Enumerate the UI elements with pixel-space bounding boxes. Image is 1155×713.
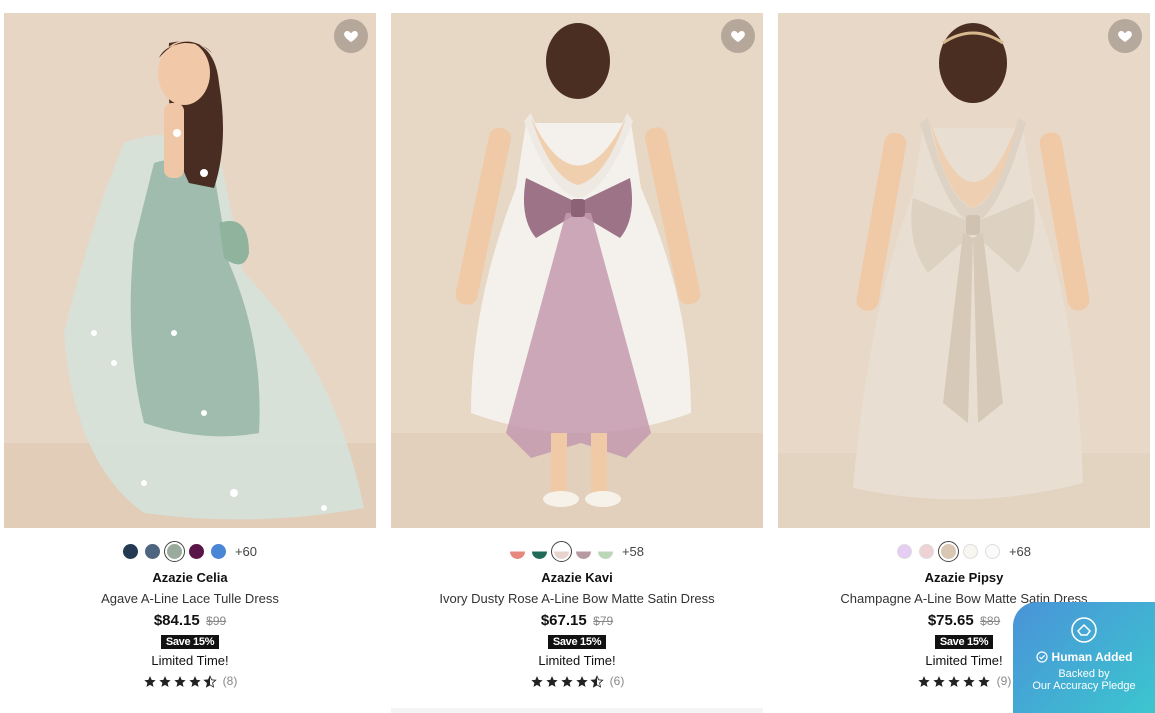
- pledge-title: Human Added: [1013, 650, 1155, 664]
- dress-photo-3: [778, 13, 1150, 528]
- price-row: $84.15 $99: [4, 612, 376, 630]
- star-icon: [947, 675, 960, 687]
- original-price: $89: [980, 614, 1001, 628]
- color-swatches: +60: [4, 540, 376, 562]
- color-swatch[interactable]: [144, 543, 160, 559]
- product-image[interactable]: [391, 13, 763, 528]
- color-swatch[interactable]: [188, 543, 204, 559]
- star-icon: [545, 675, 558, 687]
- save-badge: Save 15%: [547, 635, 607, 649]
- star-icon: [530, 675, 543, 687]
- rating-count: (6): [609, 674, 625, 688]
- promo-text: Limited Time!: [151, 653, 229, 668]
- product-image[interactable]: [4, 13, 376, 528]
- star-icon: [173, 675, 186, 687]
- product-image[interactable]: [778, 13, 1150, 528]
- heart-icon: [1118, 31, 1132, 42]
- color-swatch[interactable]: [531, 543, 547, 559]
- star-icon: [143, 675, 156, 687]
- pledge-line-1: Backed by: [1058, 668, 1110, 680]
- star-icon: [977, 675, 990, 687]
- dress-photo-2: [391, 13, 763, 528]
- shield-icon: [1071, 617, 1097, 643]
- save-badge: Save 15%: [934, 635, 994, 649]
- color-swatches: +68: [778, 540, 1150, 562]
- pledge-title-text: Human Added: [1051, 650, 1133, 664]
- half-star-icon: [202, 674, 217, 688]
- sale-price: $84.15: [153, 612, 200, 629]
- star-icon: [188, 675, 201, 687]
- promo-text: Limited Time!: [538, 653, 616, 668]
- color-swatch[interactable]: [962, 543, 978, 559]
- rating[interactable]: (6): [391, 674, 763, 688]
- color-swatch[interactable]: [984, 543, 1000, 559]
- product-card[interactable]: +58 Azazie Kavi Ivory Dusty Rose A-Line …: [391, 13, 763, 688]
- more-colors-link[interactable]: +58: [622, 544, 644, 559]
- color-swatch[interactable]: [575, 543, 591, 559]
- star-icon: [962, 675, 975, 687]
- color-swatch[interactable]: [896, 543, 912, 559]
- favorite-button[interactable]: [721, 19, 755, 53]
- rating-count: (8): [222, 674, 238, 688]
- color-swatch[interactable]: [210, 543, 226, 559]
- star-icon: [560, 675, 573, 687]
- star-icon: [575, 675, 588, 687]
- rating[interactable]: (8): [4, 674, 376, 688]
- half-star-icon: [589, 674, 604, 688]
- star-rating: [143, 674, 217, 688]
- pledge-line-2: Our Accuracy Pledge: [1032, 680, 1136, 692]
- product-brand[interactable]: Azazie Kavi: [391, 570, 763, 585]
- product-name[interactable]: Agave A-Line Lace Tulle Dress: [4, 591, 376, 606]
- star-rating: [530, 674, 604, 688]
- color-swatch[interactable]: [163, 540, 185, 562]
- more-colors-link[interactable]: +68: [1009, 544, 1031, 559]
- dress-photo-1: [4, 13, 376, 528]
- accuracy-pledge-badge[interactable]: Human Added Backed by Our Accuracy Pledg…: [1013, 602, 1155, 713]
- more-colors-link[interactable]: +60: [235, 544, 257, 559]
- product-name[interactable]: Ivory Dusty Rose A-Line Bow Matte Satin …: [391, 591, 763, 606]
- product-grid: +60 Azazie Celia Agave A-Line Lace Tulle…: [4, 13, 1150, 688]
- sale-price: $75.65: [927, 612, 974, 629]
- heart-icon: [731, 31, 745, 42]
- star-icon: [917, 675, 930, 687]
- color-swatch[interactable]: [597, 543, 613, 559]
- color-swatch[interactable]: [509, 543, 525, 559]
- sale-price: $67.15: [540, 612, 587, 629]
- original-price: $99: [206, 614, 227, 628]
- save-badge: Save 15%: [160, 635, 220, 649]
- original-price: $79: [593, 614, 614, 628]
- color-swatches: +58: [391, 540, 763, 562]
- favorite-button[interactable]: [334, 19, 368, 53]
- check-circle-icon: [1035, 651, 1048, 663]
- product-card[interactable]: +60 Azazie Celia Agave A-Line Lace Tulle…: [4, 13, 376, 688]
- next-row-edge: [391, 708, 763, 713]
- color-swatch[interactable]: [122, 543, 138, 559]
- heart-icon: [344, 31, 358, 42]
- star-icon: [932, 675, 945, 687]
- star-icon: [158, 675, 171, 687]
- product-brand[interactable]: Azazie Pipsy: [778, 570, 1150, 585]
- product-brand[interactable]: Azazie Celia: [4, 570, 376, 585]
- price-row: $67.15 $79: [391, 612, 763, 630]
- color-swatch[interactable]: [937, 540, 959, 562]
- favorite-button[interactable]: [1108, 19, 1142, 53]
- product-card[interactable]: +68 Azazie Pipsy Champagne A-Line Bow Ma…: [778, 13, 1150, 688]
- color-swatch[interactable]: [550, 540, 572, 562]
- star-rating: [917, 675, 991, 688]
- rating-count: (9): [996, 674, 1012, 688]
- color-swatch[interactable]: [918, 543, 934, 559]
